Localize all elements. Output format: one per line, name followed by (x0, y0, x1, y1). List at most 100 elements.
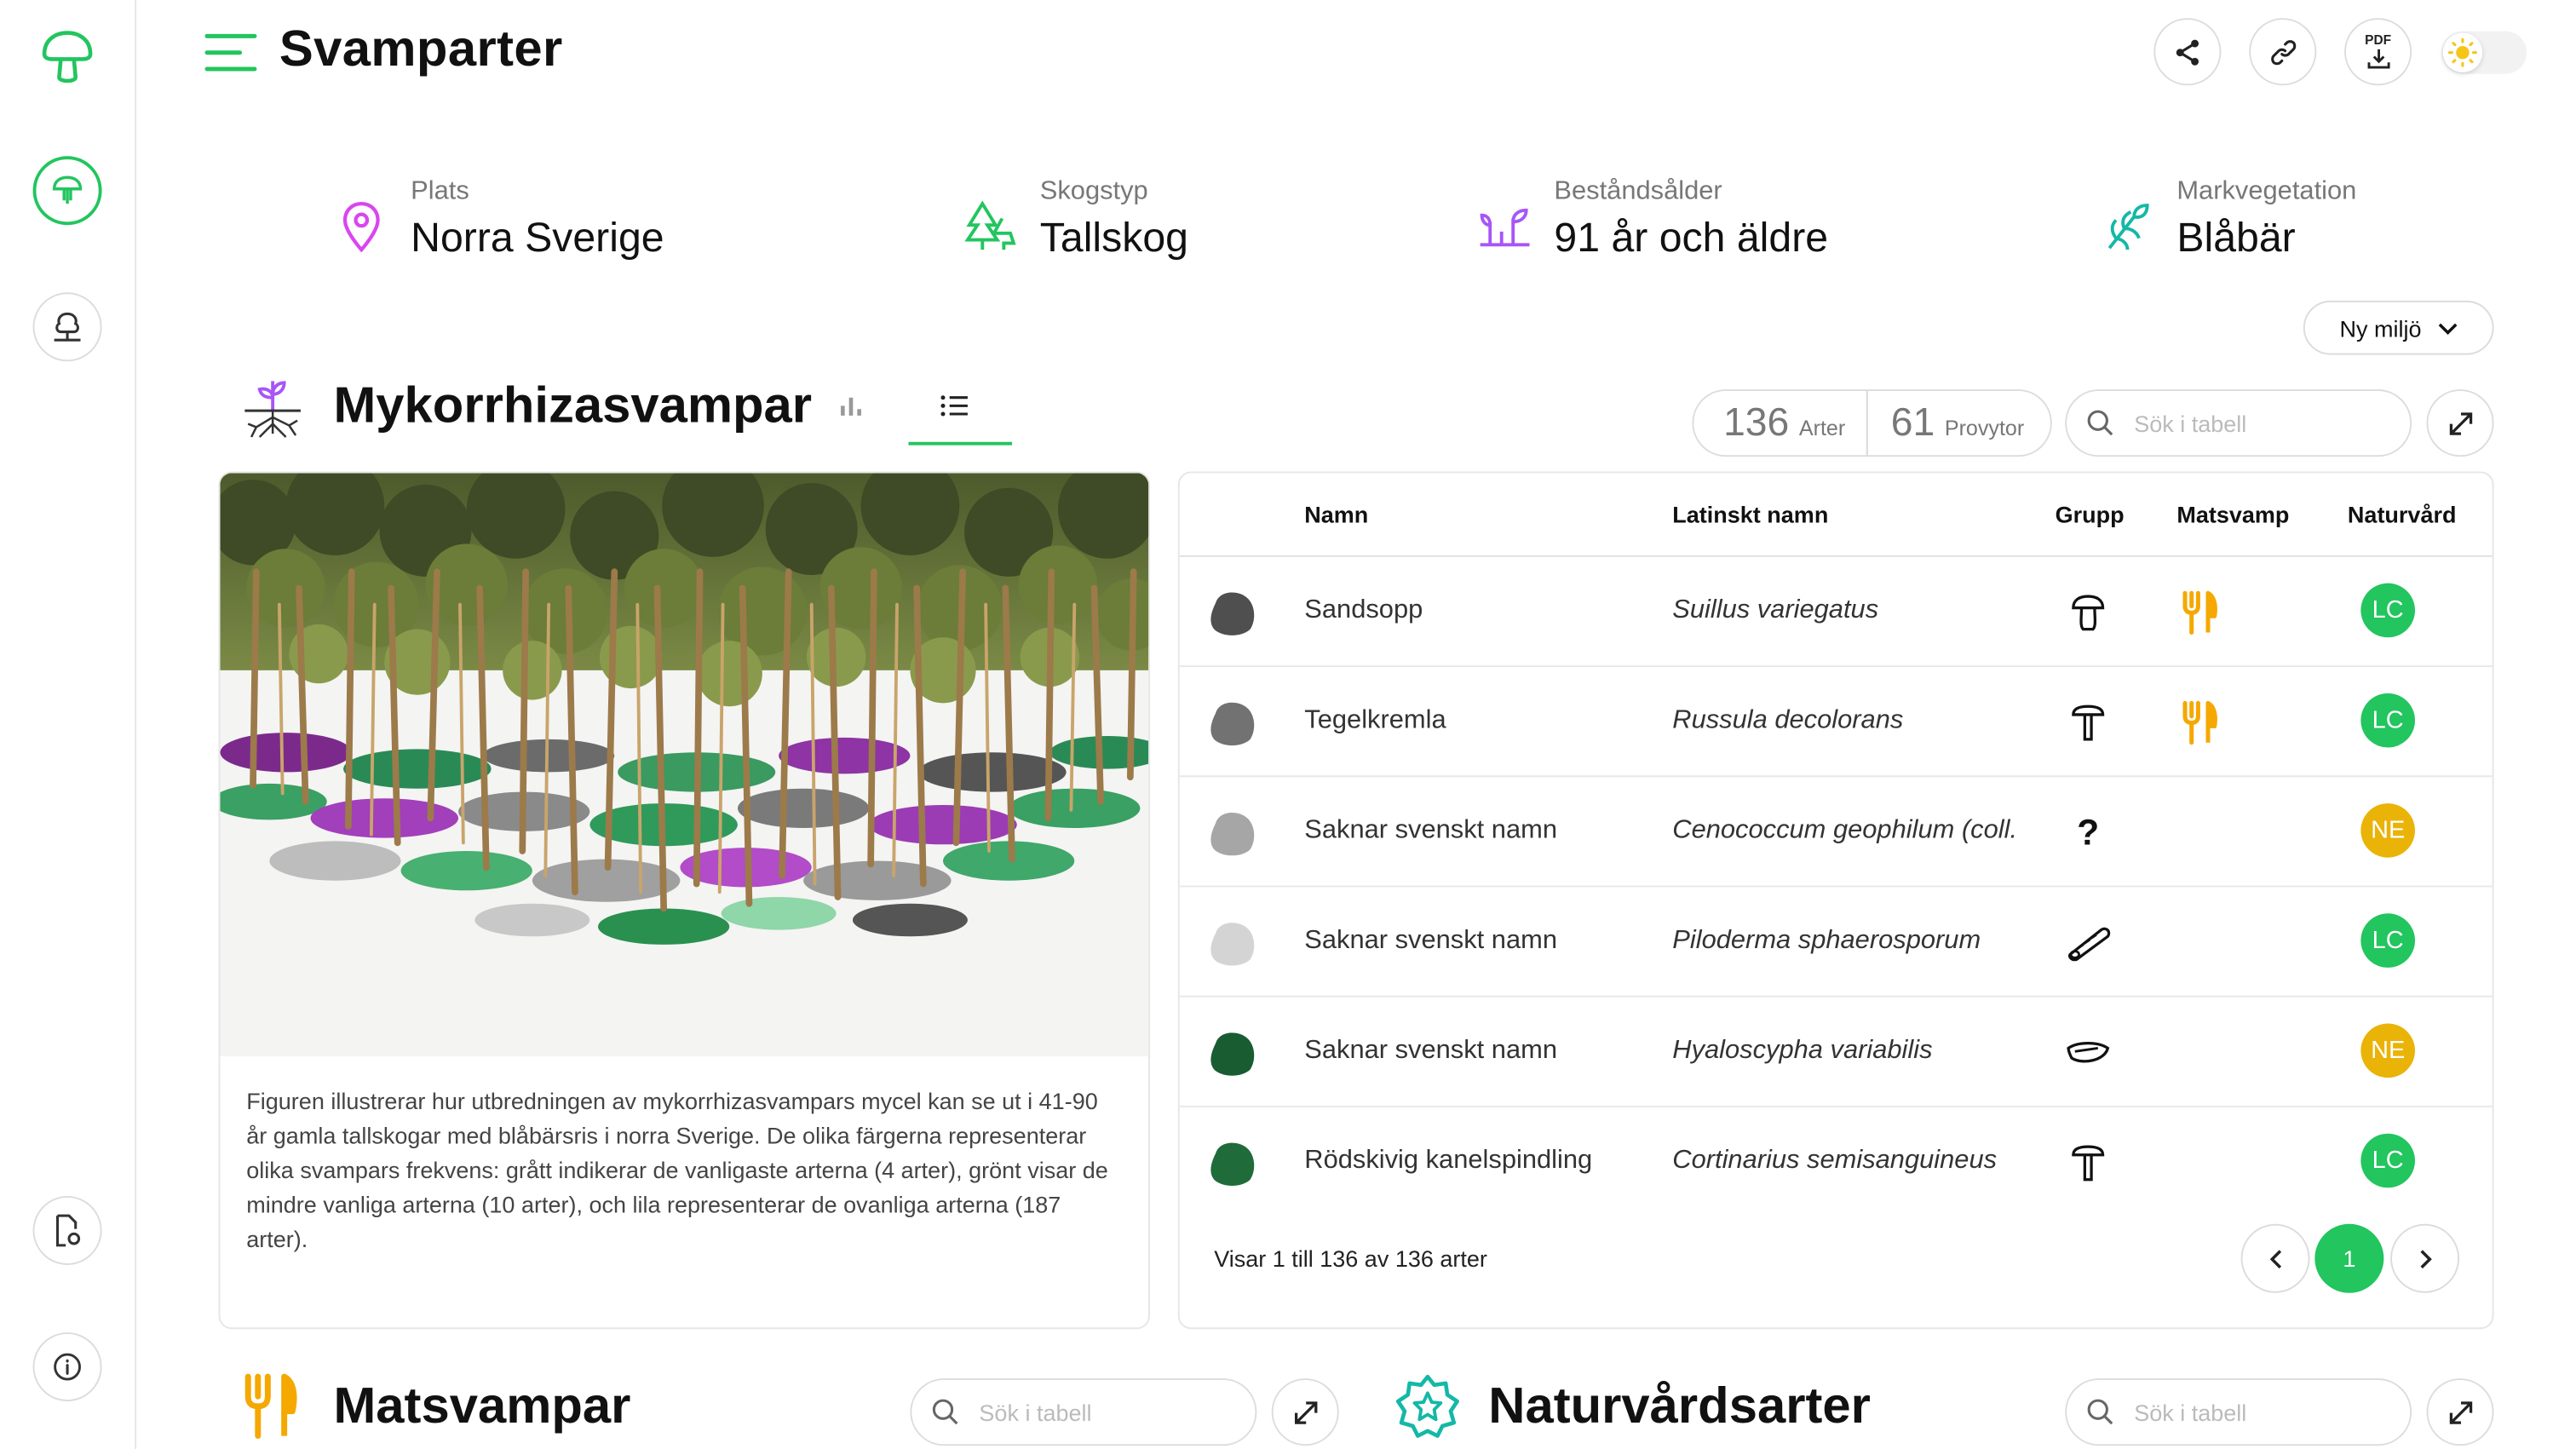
table-row[interactable]: Saknar svenskt namn Piloderma sphaerospo… (1179, 887, 2493, 998)
share-icon (2175, 38, 2199, 65)
pdf-download-button[interactable]: PDF (2344, 18, 2412, 86)
sidebar-item-forest[interactable] (32, 292, 102, 362)
conservation-status-badge: LC (2360, 693, 2415, 748)
conservation-expand-button[interactable] (2426, 1378, 2494, 1446)
sidebar (0, 0, 137, 1449)
column-header-name[interactable]: Namn (1304, 501, 1368, 527)
tab-list-view[interactable] (930, 386, 980, 425)
menu-icon[interactable] (204, 33, 258, 81)
frequency-blob-icon (1210, 1032, 1255, 1076)
frequency-blob-icon (1210, 702, 1255, 746)
food-fork-knife-icon (240, 1371, 299, 1449)
sidebar-item-fungi[interactable] (32, 156, 102, 226)
edible-fork-knife-icon (2180, 589, 2219, 644)
share-button[interactable] (2153, 18, 2222, 86)
gilled-mushroom-icon (2063, 1140, 2113, 1186)
species-name: Sandsopp (1304, 596, 1423, 624)
column-header-conservation[interactable]: Naturvård (2348, 501, 2457, 527)
column-header-group[interactable]: Grupp (2056, 501, 2125, 527)
env-place-value: Norra Sverige (411, 215, 664, 262)
frequency-blob-icon (1210, 1142, 1255, 1186)
tab-chart-view[interactable] (826, 386, 876, 425)
expand-icon (2448, 411, 2472, 434)
species-latin-name: Cortinarius semisanguineus (1672, 1147, 1998, 1175)
conservation-search-input[interactable] (2134, 1399, 2381, 1426)
app-root: Svamparter PDF Plats Norra Sverige Skogst… (0, 0, 2576, 1449)
pdf-label: PDF (2365, 32, 2392, 48)
search-icon (2087, 410, 2113, 436)
env-forest-type-value: Tallskog (1039, 215, 1188, 262)
env-stand-age-value: 91 år och äldre (1554, 215, 1829, 262)
bar-chart-icon (841, 397, 861, 416)
env-place-label: Plats (411, 177, 469, 206)
mycorrhiza-search-input[interactable] (2134, 410, 2381, 437)
trees-icon (957, 194, 1023, 260)
expand-icon (1294, 1400, 1317, 1423)
food-expand-button[interactable] (1271, 1378, 1339, 1446)
document-settings-icon (55, 1214, 81, 1247)
species-latin-name: Suillus variegatus (1672, 596, 1879, 624)
mushroom-logo-icon[interactable] (36, 26, 98, 89)
pdf-download-icon: PDF (2365, 32, 2392, 69)
conservation-badge-icon (1394, 1373, 1460, 1447)
page-number-button[interactable]: 1 (2314, 1223, 2384, 1293)
sidebar-item-document-settings[interactable] (32, 1195, 102, 1265)
env-ground-vegetation: Markvegetation Blåbär (2095, 177, 2356, 262)
edible-fork-knife-icon (2180, 700, 2219, 755)
plots-unit: Provytor (1944, 415, 2025, 440)
new-environment-dropdown[interactable]: Ny miljö (2303, 300, 2494, 355)
conservation-status-badge: NE (2360, 1023, 2415, 1078)
food-fungi-title: Matsvampar (333, 1377, 631, 1435)
chevron-left-icon (2268, 1249, 2281, 1268)
theme-toggle[interactable] (2441, 31, 2527, 74)
mycelium-figure-card: Figuren illustrerar hur utbredningen av … (218, 471, 1150, 1330)
expand-icon (2448, 1400, 2472, 1423)
species-latin-name: Russula decolorans (1672, 706, 1904, 735)
copy-link-button[interactable] (2249, 18, 2317, 86)
mycorrhiza-search[interactable] (2065, 389, 2412, 457)
sprout-icon (1472, 194, 1538, 260)
table-row[interactable]: Rödskivig kanelspindling Cortinarius sem… (1180, 1107, 2493, 1188)
species-name: Saknar svenskt namn (1304, 926, 1558, 955)
frequency-blob-icon (1210, 592, 1255, 635)
chevron-down-icon (2438, 322, 2458, 335)
figure-caption: Figuren illustrerar hur utbredningen av … (246, 1087, 1108, 1252)
species-count-badge: 136 Arter (1692, 389, 1868, 457)
species-name: Saknar svenskt namn (1304, 816, 1558, 845)
env-stand-age-label: Beståndsålder (1554, 177, 1722, 206)
list-icon (940, 395, 968, 417)
bolete-icon (2063, 589, 2113, 635)
leaves-icon (2095, 194, 2160, 260)
table-row[interactable]: Sandsopp Suillus variegatus LC (1179, 557, 2493, 667)
conservation-status-badge: LC (2360, 1133, 2415, 1188)
table-footer-info: Visar 1 till 136 av 136 arter (1214, 1245, 1487, 1272)
sun-icon (2442, 32, 2483, 72)
species-name: Rödskivig kanelspindling (1304, 1147, 1593, 1175)
column-header-edible[interactable]: Matsvamp (2176, 501, 2289, 527)
species-count: 136 (1723, 400, 1790, 446)
env-ground-vegetation-label: Markvegetation (2176, 177, 2357, 206)
table-row[interactable]: Saknar svenskt namn Hyaloscypha variabil… (1179, 998, 2493, 1107)
page-title: Svamparter (279, 20, 563, 78)
env-forest-type-label: Skogstyp (1039, 177, 1148, 206)
table-row[interactable]: Tegelkremla Russula decolorans LC (1179, 667, 2493, 778)
map-pin-icon (329, 194, 394, 260)
env-stand-age: Beståndsålder 91 år och äldre (1472, 177, 1828, 262)
food-search[interactable] (910, 1378, 1257, 1446)
prev-page-button[interactable] (2240, 1223, 2310, 1293)
food-search-input[interactable] (979, 1399, 1226, 1426)
frequency-blob-icon (1210, 812, 1255, 856)
column-header-latin[interactable]: Latinskt namn (1672, 501, 1828, 527)
mycorrhiza-expand-button[interactable] (2426, 389, 2494, 457)
table-body[interactable]: Sandsopp Suillus variegatus LC Tegelkrem… (1179, 557, 2493, 1188)
species-latin-name: Piloderma sphaerosporum (1672, 926, 1981, 955)
table-row[interactable]: Saknar svenskt namn Cenococcum geophilum… (1179, 777, 2493, 888)
conservation-search[interactable] (2065, 1378, 2412, 1446)
fungi-species-icon (52, 175, 83, 204)
mycorrhiza-title: Mykorrhizasvampar (333, 376, 813, 434)
species-name: Tegelkremla (1304, 706, 1446, 735)
sidebar-item-info[interactable] (32, 1332, 102, 1402)
next-page-button[interactable] (2390, 1223, 2460, 1293)
active-tab-indicator (908, 441, 1012, 446)
conservation-species-title: Naturvårdsarter (1488, 1377, 1871, 1435)
